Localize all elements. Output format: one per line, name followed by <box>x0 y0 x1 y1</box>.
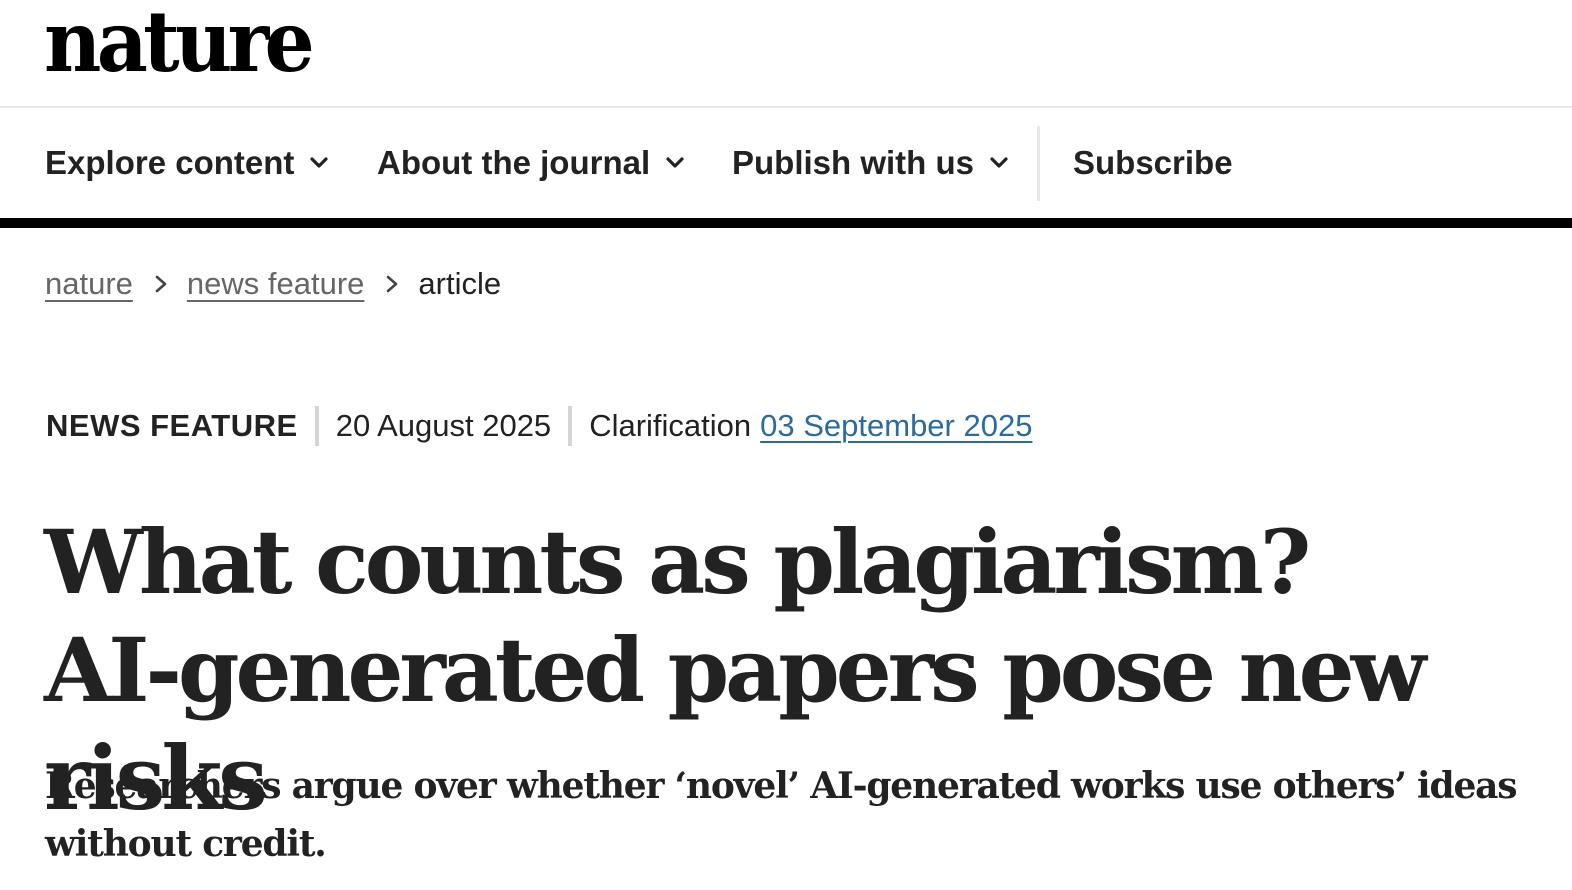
chevron-down-icon <box>666 157 684 168</box>
page: nature Explore content About the journal… <box>0 0 1572 890</box>
nav-explore-content[interactable]: Explore content <box>45 140 330 186</box>
chevron-down-icon <box>310 157 328 168</box>
nature-logo[interactable]: nature <box>44 0 315 88</box>
nav-publish-with-us[interactable]: Publish with us <box>732 140 1010 186</box>
breadcrumb-nature-link[interactable]: nature <box>45 266 133 302</box>
article-type-label: NEWS FEATURE <box>46 408 298 443</box>
article-meta: NEWS FEATURE 20 August 2025 Clarificatio… <box>46 405 1032 447</box>
nav-rule <box>0 218 1572 228</box>
breadcrumb: nature news feature article <box>45 266 501 302</box>
subscribe-link[interactable]: Subscribe <box>1073 140 1233 186</box>
nav-about-the-journal[interactable]: About the journal <box>377 140 686 186</box>
subscribe-label: Subscribe <box>1073 144 1233 181</box>
chevron-right-icon <box>155 275 167 293</box>
nav-divider <box>1037 126 1040 201</box>
chevron-right-icon <box>387 275 398 293</box>
meta-divider <box>568 406 573 446</box>
breadcrumb-news-feature-link[interactable]: news feature <box>187 266 365 302</box>
masthead: nature <box>0 0 1572 108</box>
nav-about-the-journal-label: About the journal <box>377 144 651 181</box>
article-standfirst: Researchers argue over whether ‘novel’ A… <box>45 765 1518 865</box>
main-nav: Explore content About the journal Publis… <box>0 108 1572 218</box>
nav-publish-with-us-label: Publish with us <box>732 144 975 181</box>
clarification-label: Clarification <box>589 408 752 443</box>
clarification-date-link[interactable]: 03 September 2025 <box>760 408 1032 444</box>
breadcrumb-current: article <box>418 266 502 301</box>
meta-divider <box>314 406 319 446</box>
published-date: 20 August 2025 <box>335 408 552 443</box>
nav-explore-content-label: Explore content <box>45 144 295 181</box>
chevron-down-icon <box>990 157 1008 168</box>
